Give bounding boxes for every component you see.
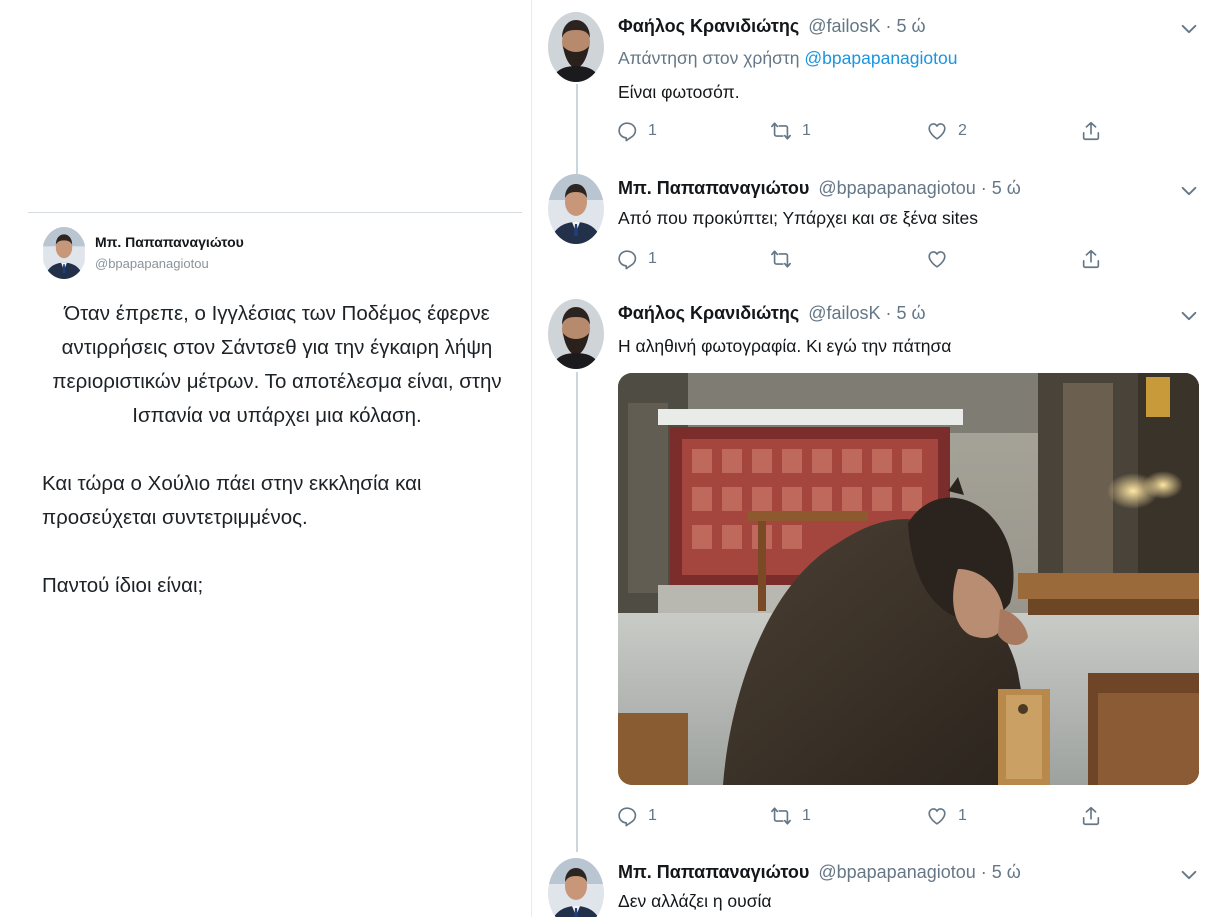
reply-context: Απάντηση στον χρήστη @bpapapanagiotou [618, 48, 957, 69]
share-button[interactable] [1080, 118, 1102, 144]
reply-count: 1 [648, 807, 657, 824]
tweet-text: Δεν αλλάζει η ουσία [618, 891, 772, 911]
tweet-text: Όταν έπρεπε, ο Ιγγλέσιας των Ποδέμος έφε… [42, 297, 512, 637]
retweet-button[interactable]: 1 [770, 118, 811, 144]
thread-tweet[interactable]: Μπ. Παπαπαναγιώτου @bpapapanagiotou · 5 … [548, 174, 1208, 284]
like-button[interactable]: 1 [926, 803, 967, 829]
standalone-tweet: Μπ. Παπαπαναγιώτου @bpapapanagiotou Όταν… [28, 212, 522, 632]
share-button[interactable] [1080, 803, 1102, 829]
tweet-paragraph: Όταν έπρεπε, ο Ιγγλέσιας των Ποδέμος έφε… [52, 302, 502, 427]
retweet-icon [770, 120, 792, 142]
like-icon [926, 120, 948, 142]
retweet-button[interactable]: 1 [770, 803, 811, 829]
reply-count: 1 [648, 122, 657, 139]
tweet-header: Μπ. Παπαπαναγιώτου @bpapapanagiotou · 5 … [618, 862, 1021, 883]
reply-icon [616, 805, 638, 827]
share-button[interactable] [1080, 246, 1102, 272]
reply-mention-link[interactable]: @bpapapanagiotou [804, 48, 957, 68]
like-button[interactable] [926, 246, 948, 272]
like-count: 2 [958, 122, 967, 139]
tweet-text: Η αληθινή φωτογραφία. Κι εγώ την πάτησα [618, 336, 952, 356]
reply-count: 1 [648, 250, 657, 267]
reply-button[interactable]: 1 [616, 803, 657, 829]
author-name[interactable]: Μπ. Παπαπαναγιώτου [618, 862, 809, 882]
avatar[interactable] [548, 174, 604, 244]
author-name[interactable]: Μπ. Παπαπαναγιώτου [95, 234, 244, 250]
share-icon [1080, 120, 1102, 142]
retweet-icon [770, 248, 792, 270]
reply-button[interactable]: 1 [616, 118, 657, 144]
tweet-actions: 1 1 2 [616, 118, 1096, 144]
share-icon [1080, 248, 1102, 270]
avatar[interactable] [548, 299, 604, 369]
tweet-header: Μπ. Παπαπαναγιώτου @bpapapanagiotou · 5 … [618, 178, 1021, 199]
chevron-down-icon[interactable] [1178, 864, 1200, 886]
author-name[interactable]: Μπ. Παπαπαναγιώτου [618, 178, 809, 198]
share-icon [1080, 805, 1102, 827]
tweet-header: Φαήλος Κρανιδιώτης @failosK · 5 ώ [618, 16, 926, 37]
tweet-paragraph: Και τώρα ο Χούλιο πάει στην εκκλησία και… [42, 472, 422, 529]
tweet-paragraph: Παντού ίδιοι είναι; [42, 574, 204, 597]
avatar[interactable] [42, 227, 86, 279]
avatar[interactable] [548, 858, 604, 917]
avatar[interactable] [548, 12, 604, 82]
retweet-button[interactable] [770, 246, 792, 272]
author-name[interactable]: Φαήλος Κρανιδιώτης [618, 16, 799, 36]
reply-button[interactable]: 1 [616, 246, 657, 272]
thread-tweet[interactable]: Φαήλος Κρανιδιώτης @failosK · 5 ώ Απάντη… [548, 12, 1208, 162]
author-handle[interactable]: @bpapapanagiotou [95, 256, 209, 271]
author-meta[interactable]: @bpapapanagiotou · 5 ώ [818, 862, 1020, 882]
chevron-down-icon[interactable] [1178, 180, 1200, 202]
tweet-photo[interactable] [618, 373, 1199, 785]
retweet-icon [770, 805, 792, 827]
thread-tweet[interactable]: Μπ. Παπαπαναγιώτου @bpapapanagiotou · 5 … [548, 858, 1208, 917]
author-meta[interactable]: @failosK · 5 ώ [808, 16, 925, 36]
retweet-count: 1 [802, 122, 811, 139]
like-count: 1 [958, 807, 967, 824]
tweet-actions: 1 1 1 [616, 803, 1096, 829]
author-meta[interactable]: @failosK · 5 ώ [808, 303, 925, 323]
tweet-text: Είναι φωτοσόπ. [618, 82, 740, 102]
like-icon [926, 805, 948, 827]
reply-icon [616, 120, 638, 142]
like-button[interactable]: 2 [926, 118, 967, 144]
tweet-header: Φαήλος Κρανιδιώτης @failosK · 5 ώ [618, 303, 926, 324]
tweet-text: Από που προκύπτει; Υπάρχει και σε ξένα s… [618, 208, 979, 228]
tweet-actions: 1 [616, 246, 1096, 272]
author-name[interactable]: Φαήλος Κρανιδιώτης [618, 303, 799, 323]
chevron-down-icon[interactable] [1178, 305, 1200, 327]
author-meta[interactable]: @bpapapanagiotou · 5 ώ [818, 178, 1020, 198]
retweet-count: 1 [802, 807, 811, 824]
reply-label: Απάντηση στον χρήστη [618, 48, 800, 68]
reply-icon [616, 248, 638, 270]
chevron-down-icon[interactable] [1178, 18, 1200, 40]
like-icon [926, 248, 948, 270]
